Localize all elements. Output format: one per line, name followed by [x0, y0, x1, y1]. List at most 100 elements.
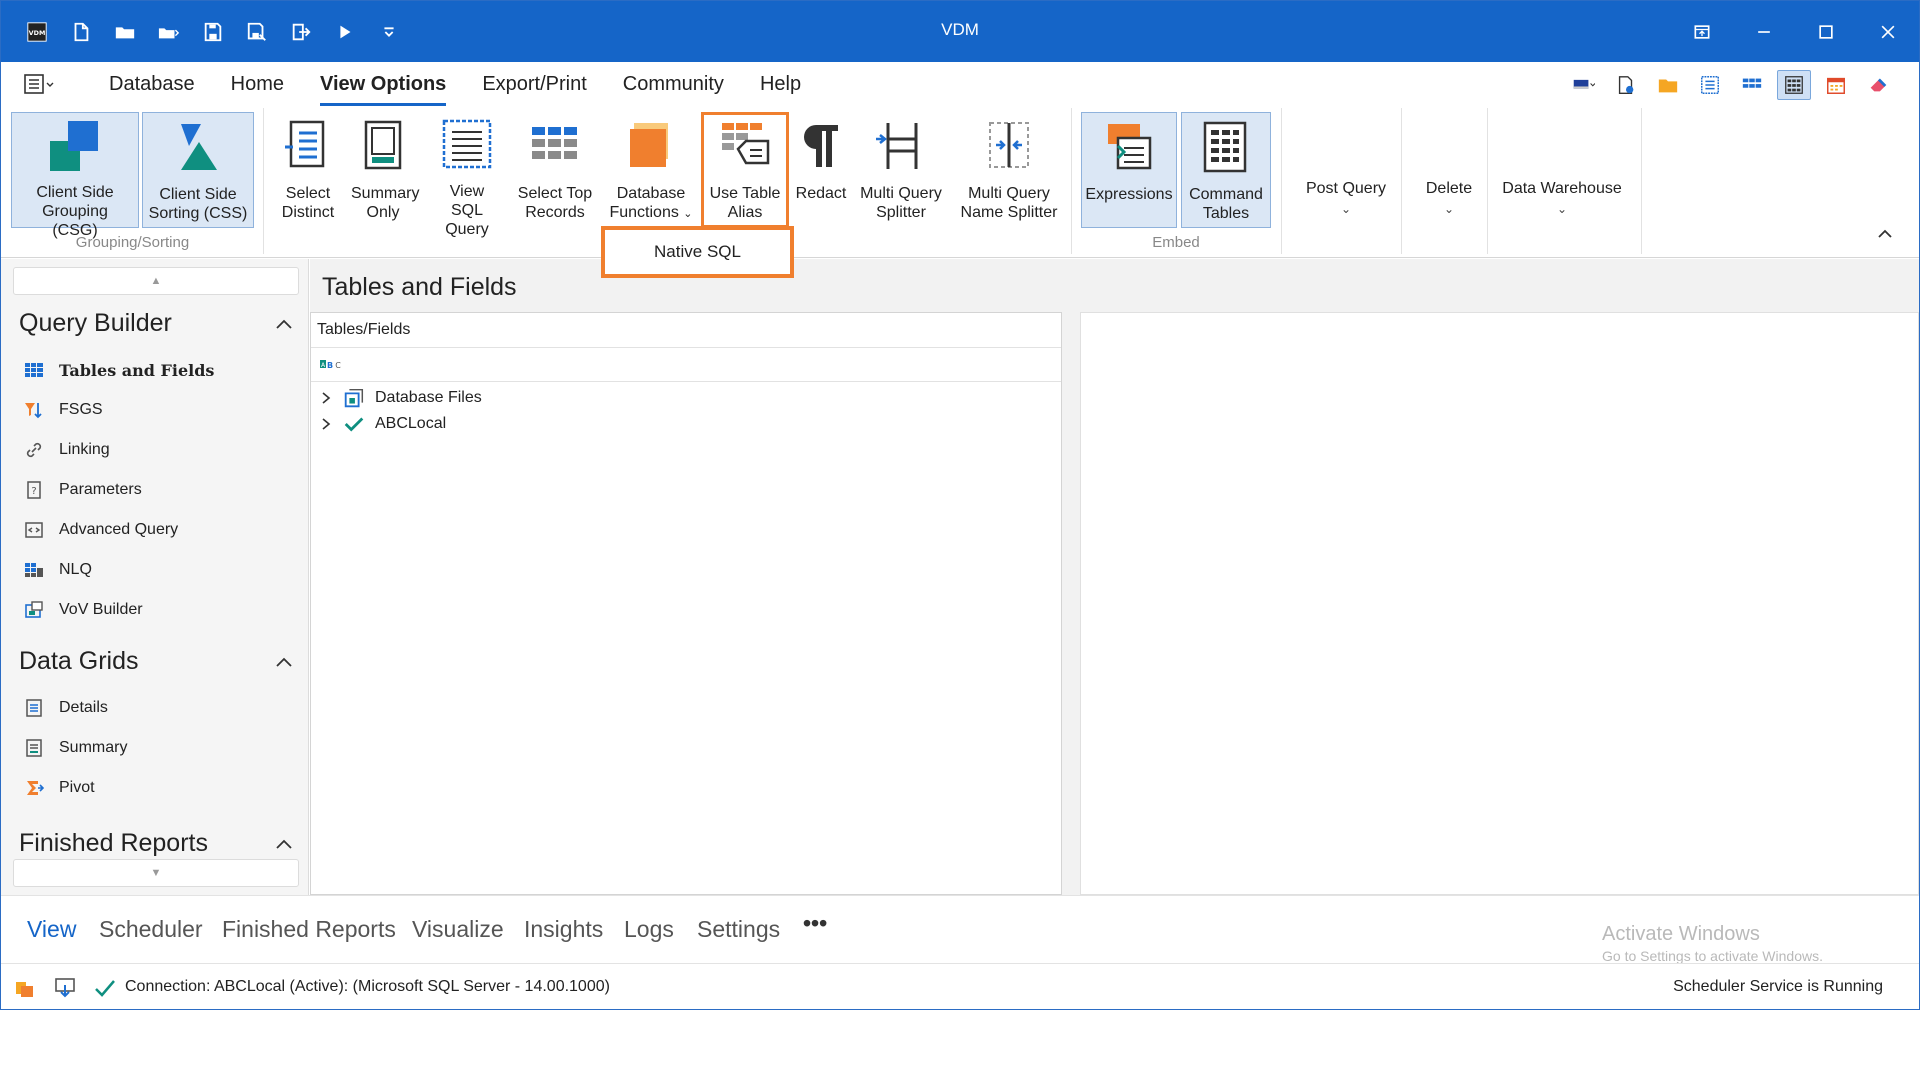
multi-query-splitter-button[interactable]: Multi Query Splitter [853, 112, 949, 228]
section-title-finished-reports: Finished Reports [19, 829, 208, 857]
tab-community[interactable]: Community [605, 62, 742, 106]
parameters-icon: ? [23, 479, 45, 501]
filter-sort-icon [23, 399, 45, 421]
app-menu-icon[interactable] [23, 72, 57, 96]
tab-database[interactable]: Database [91, 62, 213, 106]
select-top-records-button[interactable]: Select Top Records [511, 112, 599, 228]
data-warehouse-label: Data Warehouse [1502, 180, 1622, 197]
language-flag-icon[interactable] [1567, 70, 1601, 100]
collapse-ribbon-icon[interactable] [1875, 224, 1895, 244]
section-title-data-grids: Data Grids [19, 647, 139, 675]
multi-query-splitter-icon [873, 118, 929, 174]
calendar-icon[interactable] [1819, 70, 1853, 100]
multi-query-splitter-label: Multi Query Splitter [860, 185, 942, 221]
client-side-grouping-label: Client Side Grouping (CSG) [36, 184, 114, 239]
collapse-section-icon[interactable] [274, 653, 294, 673]
command-tables-button[interactable]: Command Tables [1181, 112, 1271, 228]
nav-item-tables-and-fields[interactable]: Tables and Fields [23, 359, 214, 381]
nav-item-parameters[interactable]: ? Parameters [23, 479, 142, 501]
checkmark-icon [341, 411, 367, 437]
multi-query-name-splitter-button[interactable]: Multi Query Name Splitter [955, 112, 1063, 228]
nav-item-summary[interactable]: Summary [23, 737, 127, 759]
activate-windows-subtitle: Go to Settings to activate Windows. [1602, 948, 1823, 964]
close-icon[interactable] [1857, 1, 1919, 62]
nav-item-label: Parameters [59, 481, 142, 498]
grouping-icon [47, 119, 103, 173]
folder-icon[interactable] [1651, 70, 1685, 100]
database-functions-button[interactable]: Database Functions ⌄ [605, 112, 697, 228]
post-query-label: Post Query [1305, 180, 1387, 197]
bottom-tab-logs[interactable]: Logs [624, 916, 674, 943]
maximize-icon[interactable] [1795, 1, 1857, 62]
collapse-section-icon[interactable] [274, 835, 294, 855]
tree-node-database-files[interactable]: Database Files [319, 385, 482, 411]
bottom-tab-insights[interactable]: Insights [524, 916, 603, 943]
expressions-button[interactable]: Expressions [1081, 112, 1177, 228]
table-grid-icon [23, 359, 45, 381]
group-label-embed: Embed [1152, 234, 1200, 251]
vdm-window: VDM VDM Database Home View Options Expor… [0, 0, 1920, 1010]
summary-only-icon [355, 118, 411, 174]
tab-view-options[interactable]: View Options [302, 62, 464, 106]
tree-filter-row[interactable]: ABC [311, 348, 1061, 382]
collapse-section-icon[interactable] [274, 315, 294, 335]
restore-layout-icon[interactable] [1671, 1, 1733, 62]
nav-item-pivot[interactable]: Pivot [23, 777, 95, 799]
list-view-icon[interactable] [1693, 70, 1727, 100]
view-sql-query-label: View SQL Query [445, 183, 489, 238]
command-tables-label: Command Tables [1189, 186, 1263, 222]
connection-status: Connection: ABCLocal (Active): (Microsof… [125, 978, 610, 995]
bottom-tab-visualize[interactable]: Visualize [412, 916, 504, 943]
nav-item-label: FSGS [59, 401, 103, 418]
pivot-sigma-icon [23, 777, 45, 799]
scroll-up-button[interactable]: ▲ [13, 267, 299, 295]
chevron-right-icon[interactable] [319, 391, 333, 405]
view-sql-query-button[interactable]: View SQL Query [429, 112, 505, 238]
chevron-down-icon: ⌄ [1340, 202, 1352, 216]
redact-button[interactable]: Redact [793, 112, 849, 228]
bottom-tab-finished-reports[interactable]: Finished Reports [222, 916, 396, 943]
eraser-icon[interactable] [1861, 70, 1895, 100]
select-distinct-button[interactable]: Select Distinct [273, 112, 343, 228]
download-icon[interactable] [53, 976, 77, 1000]
nav-item-fsgs[interactable]: FSGS [23, 399, 103, 421]
tab-home[interactable]: Home [213, 62, 302, 106]
scheduler-status: Scheduler Service is Running [1673, 978, 1883, 995]
arrow-up-icon: ▲ [150, 275, 162, 287]
bottom-tab-settings[interactable]: Settings [697, 916, 780, 943]
expressions-icon [1101, 119, 1157, 175]
document-settings-icon[interactable] [1609, 70, 1643, 100]
scroll-down-button[interactable]: ▼ [13, 859, 299, 887]
grid-view-icon[interactable] [1735, 70, 1769, 100]
client-side-grouping-button[interactable]: Client Side Grouping (CSG) [11, 112, 139, 239]
nav-item-linking[interactable]: Linking [23, 439, 110, 461]
data-warehouse-dropdown[interactable]: Data Warehouse ⌄ [1497, 180, 1627, 216]
client-side-sorting-button[interactable]: Client Side Sorting (CSS) [142, 112, 254, 228]
use-table-alias-button[interactable]: Use Table Alias [701, 112, 789, 228]
database-functions-icon [623, 118, 679, 174]
nav-item-advanced-query[interactable]: Advanced Query [23, 519, 178, 541]
nav-item-details[interactable]: Details [23, 697, 108, 719]
nav-item-nlq[interactable]: NLQ [23, 559, 92, 581]
bottom-tab-scheduler[interactable]: Scheduler [99, 916, 203, 943]
more-options-icon[interactable]: ••• [803, 910, 827, 937]
tab-help[interactable]: Help [742, 62, 819, 106]
nlq-icon [23, 559, 45, 581]
nav-item-vov-builder[interactable]: VoV Builder [23, 599, 143, 621]
tree-node-abclocal[interactable]: ABCLocal [319, 411, 446, 437]
native-sql-menu-item[interactable]: Native SQL [601, 226, 794, 278]
tree-column-header[interactable]: Tables/Fields [311, 313, 1061, 348]
tab-export-print[interactable]: Export/Print [464, 62, 604, 106]
chevron-down-icon: ⌄ [1556, 202, 1568, 216]
minimize-icon[interactable] [1733, 1, 1795, 62]
table-view-icon[interactable] [1777, 70, 1811, 100]
delete-dropdown[interactable]: Delete ⌄ [1411, 180, 1487, 216]
database-connections-icon[interactable] [13, 976, 37, 1000]
summary-only-button[interactable]: Summary Only [347, 112, 419, 228]
post-query-dropdown[interactable]: Post Query ⌄ [1291, 180, 1401, 216]
ribbon-tabs: Database Home View Options Export/Print … [91, 62, 819, 106]
bottom-tab-view[interactable]: View [27, 916, 76, 943]
summary-list-icon [23, 737, 45, 759]
nav-item-label: Pivot [59, 779, 95, 796]
chevron-right-icon[interactable] [319, 417, 333, 431]
